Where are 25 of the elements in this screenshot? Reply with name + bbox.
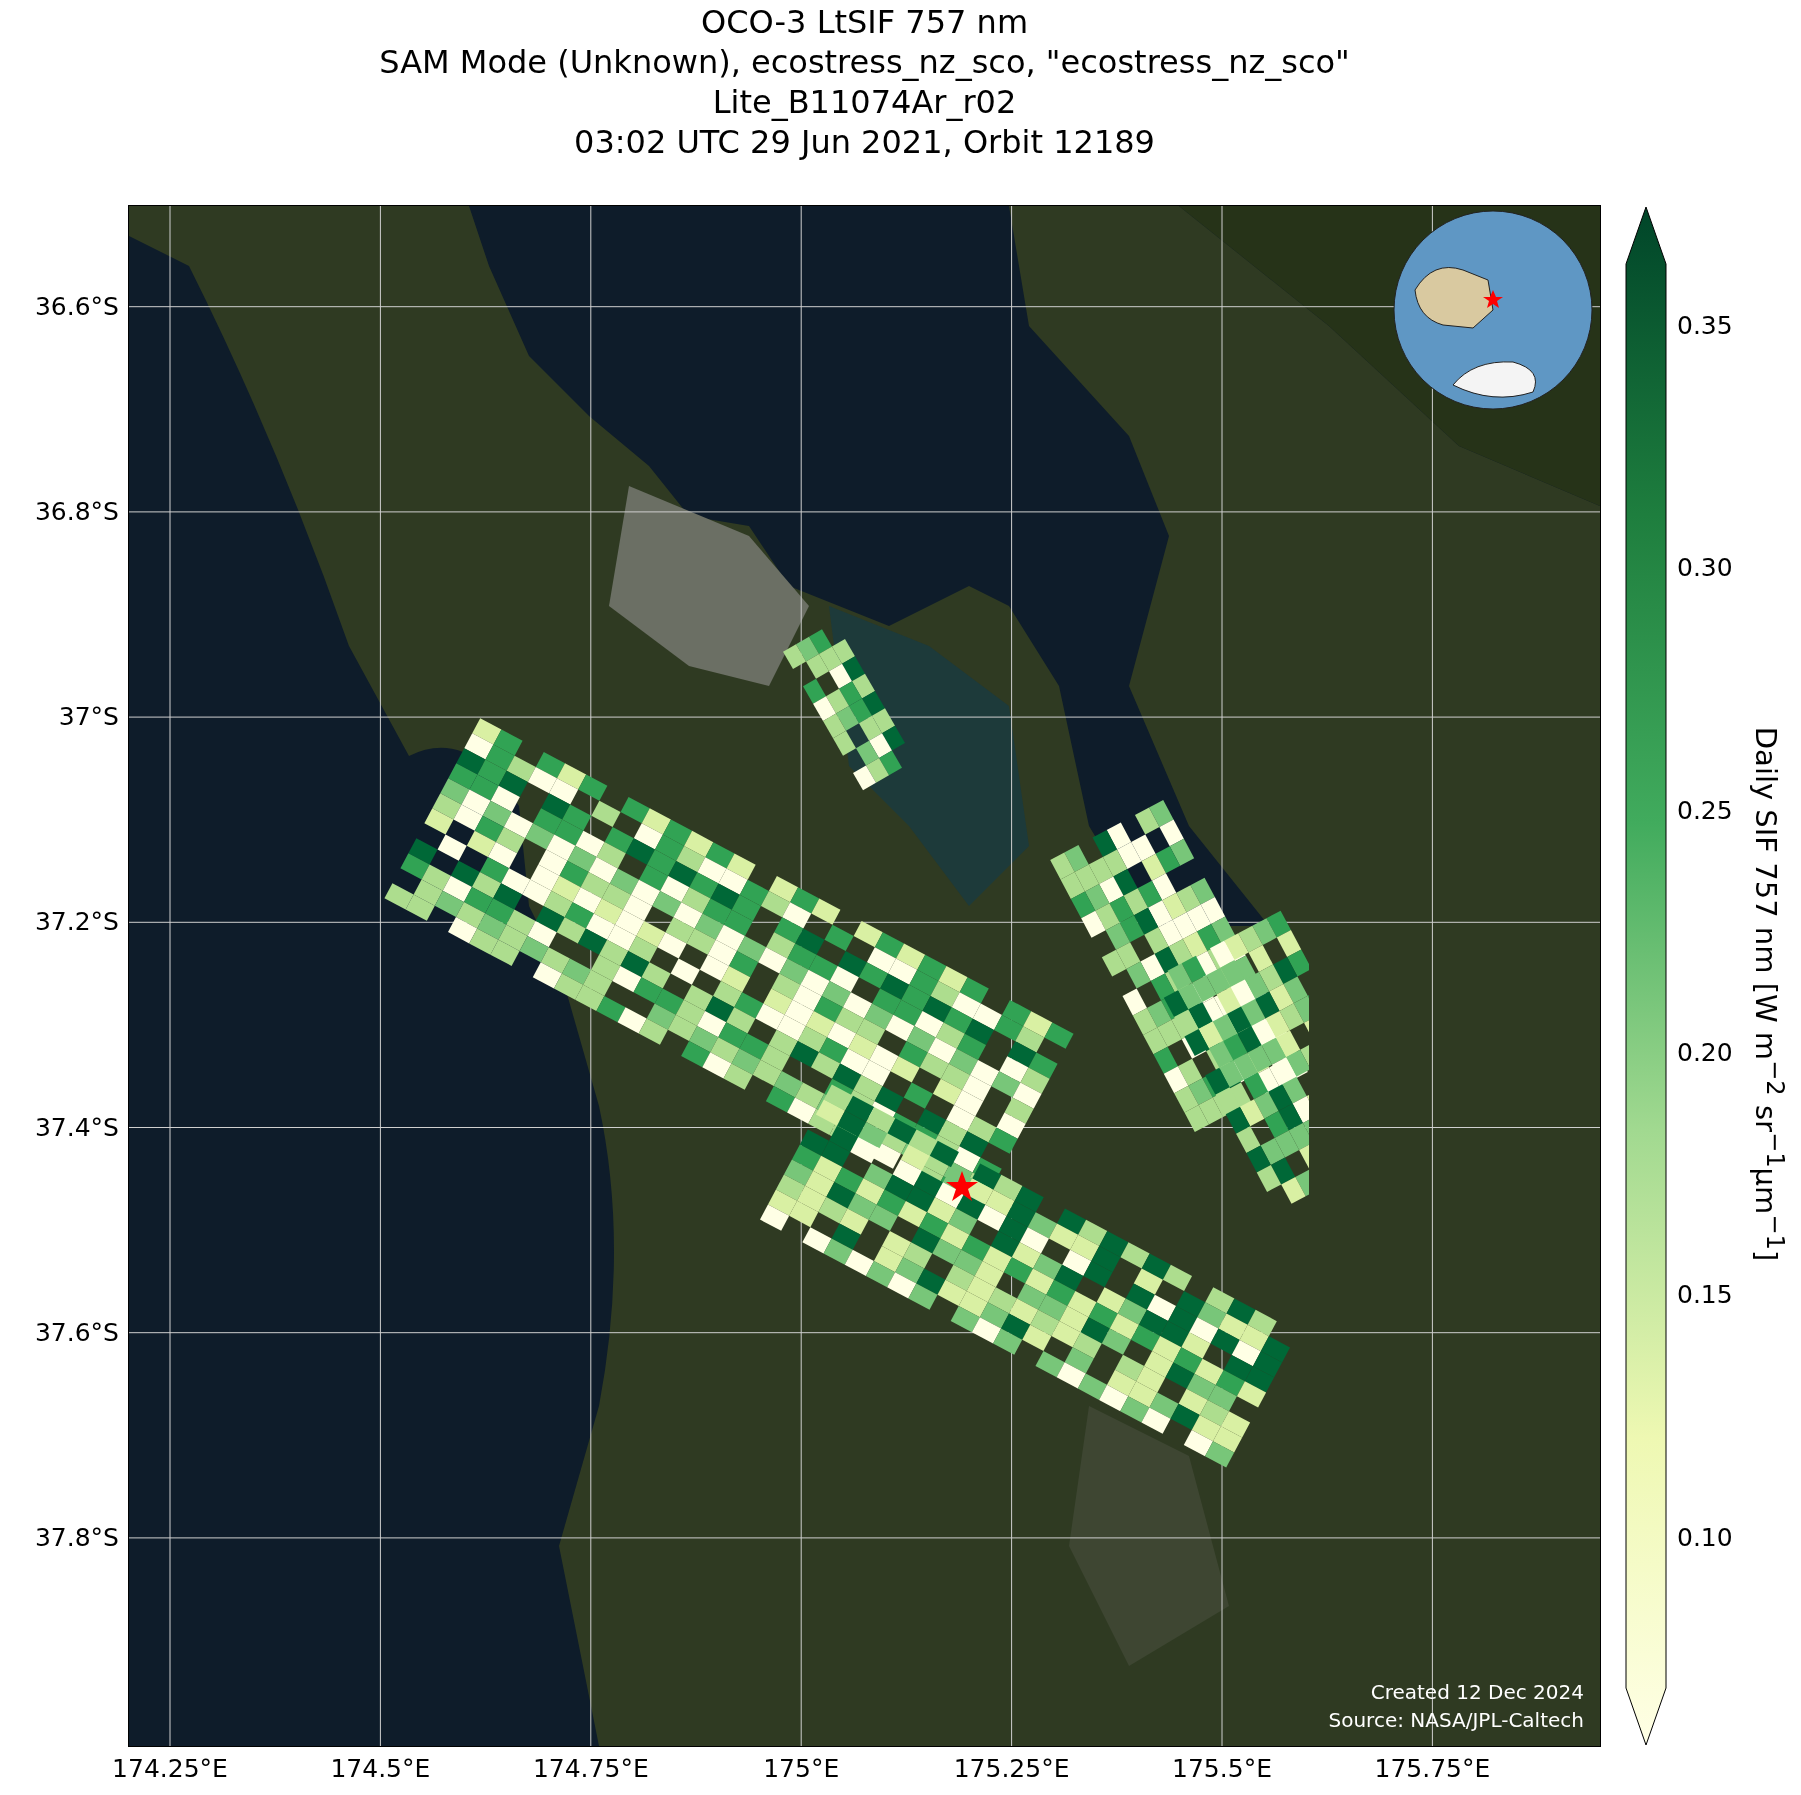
longitude-label: 175.5°E: [1171, 1754, 1273, 1783]
colorbar-tick-label: 0.35: [1677, 311, 1733, 341]
chart-title: SAM Mode (Unknown), ecostress_nz_sco, "ecostress_nz_sco": [379, 42, 1350, 82]
longitude-label: 175°E: [762, 1754, 841, 1783]
longitude-label: 174.75°E: [531, 1754, 650, 1783]
latitude-label: 36.6°S: [34, 291, 119, 322]
colorbar-tick-label: 0.20: [1677, 1037, 1733, 1068]
longitude-label: 175.25°E: [952, 1754, 1071, 1783]
chart-title: OCO-3 LtSIF 757 nm: [700, 2, 1029, 42]
colorbar-tick-label: 0.25: [1677, 795, 1733, 826]
latitude-label: 36.8°S: [34, 496, 119, 527]
chart-title: 03:02 UTC 29 Jun 2021, Orbit 12189: [574, 122, 1155, 162]
latitude-label: 37.2°S: [34, 907, 119, 938]
latitude-label: 37.6°S: [34, 1317, 119, 1348]
latitude-label: 37°S: [58, 702, 119, 733]
chart-title: Lite_B11074Ar_r02: [712, 82, 1017, 122]
colorbar-tick-label: 0.15: [1677, 1280, 1733, 1311]
colorbar-tick-label: 0.30: [1677, 553, 1733, 584]
longitude-label: 175.75°E: [1373, 1754, 1492, 1783]
star-marker-icon: [945, 1170, 979, 1204]
latitude-label: 37.8°S: [34, 1522, 119, 1553]
colorbar-tick-label: 0.10: [1677, 1522, 1733, 1553]
longitude-label: 174.25°E: [111, 1754, 229, 1783]
longitude-label: 174.5°E: [329, 1754, 432, 1783]
latitude-label: 37.4°S: [34, 1112, 119, 1143]
